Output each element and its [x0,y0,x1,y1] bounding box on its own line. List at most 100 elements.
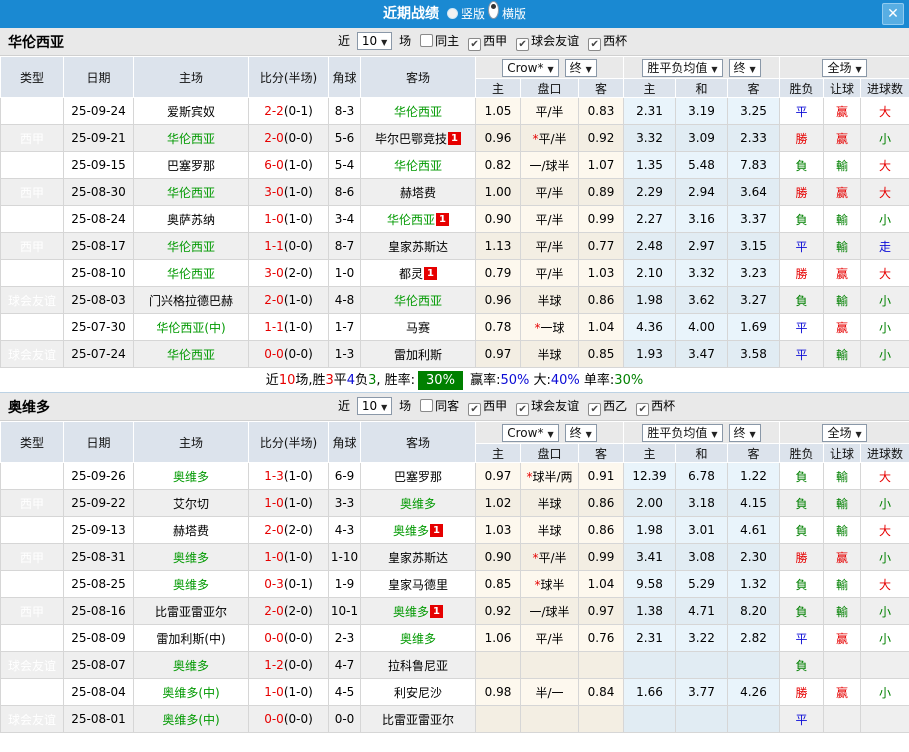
odds-company-select[interactable]: Crow* ▼ [502,423,559,442]
score-cell: 3-0(1-0) [248,178,329,206]
games-count-select[interactable]: 10 ▼ [356,32,393,50]
column-header: 主 [623,78,677,98]
result-cell: 勝 [779,543,825,571]
red-card-badge: 1 [430,604,443,618]
home-team-cell: 比雷亚雷亚尔 [133,597,249,625]
league-checkbox-球会友谊[interactable] [516,38,530,51]
avg-away-cell: 3.27 [727,286,781,314]
result-text: 赢 [836,266,849,281]
full-score: 1-1 [264,320,284,334]
final-odds-select[interactable]: 终 ▼ [564,423,597,442]
league-checkbox-西乙[interactable] [588,403,602,416]
corner-cell: 1-9 [328,570,361,598]
odds-away-cell: 0.85 [577,340,625,368]
handicap-cell [520,651,579,679]
red-card-badge: 1 [448,131,461,145]
score-cell: 6-0(1-0) [248,151,329,179]
column-header: 客场 [360,421,476,463]
radio-vertical-label[interactable]: 竖版 [461,7,485,21]
goals-result-cell [860,651,909,679]
result-text: 赢 [836,631,849,646]
close-button[interactable]: ✕ [882,3,904,25]
red-card-badge: 1 [424,266,437,280]
games-count-select[interactable]: 10 ▼ [356,397,393,415]
chevron-down-icon: ▼ [855,64,862,74]
avg-odds-select[interactable]: 胜平负均值 ▼ [642,423,723,442]
league-checkbox-球会友谊[interactable] [516,403,530,416]
select-value: 10 [361,34,378,48]
result-text: 輸 [836,496,849,511]
league-checkbox-西杯[interactable] [588,38,602,51]
away-team-name: 奥维多 [393,523,430,538]
half-score: (1-0) [283,496,313,510]
full-score: 0-0 [264,631,284,645]
final-avg-select[interactable]: 终 ▼ [728,58,761,77]
score-cell: 1-2(0-0) [248,651,329,679]
summary-segment: 10 [278,373,296,388]
final-odds-select[interactable]: 终 ▼ [564,58,597,77]
scope-select[interactable]: 全场 ▼ [822,423,867,442]
column-header: 让球 [823,443,862,463]
result-text: 負 [795,469,808,484]
goals-result-cell: 大 [860,570,909,598]
handicap-cell [520,705,579,733]
home-team-name: 爱斯宾奴 [166,104,215,119]
away-team-name: 雷加利斯 [393,347,442,362]
column-header: 和 [675,443,729,463]
score-cell: 1-0(1-0) [248,205,329,233]
same-checkbox-label: 同主 [435,34,460,48]
same-away-checkbox[interactable] [420,399,434,412]
away-team-cell: 华伦西亚 [360,286,476,314]
team-name: 奥维多 [8,399,50,416]
column-header: 主 [475,443,521,463]
result-text: 負 [795,658,808,673]
same-home-checkbox[interactable] [420,34,434,47]
corner-cell: 5-4 [328,151,361,179]
radio-horizontal-label[interactable]: 横版 [502,7,526,21]
table-row: 西甲 25-09-15 巴塞罗那 6-0(1-0) 5-4 华伦西亚 0.82 一/球半 1.0… [0,151,909,179]
avg-draw-cell: 2.94 [675,178,729,206]
scope-select[interactable]: 全场 ▼ [822,58,867,77]
score-cell: 1-0(1-0) [248,489,329,517]
home-team-cell: 华伦西亚 [133,124,249,152]
away-team-cell: 奥维多 1 [360,516,476,544]
handicap-result-cell: 赢 [823,543,862,571]
radio-horizontal-layout[interactable] [488,1,499,19]
handicap-result-cell: 赢 [823,259,862,287]
chevron-down-icon: ▼ [547,429,554,439]
column-header: 角球 [328,56,361,98]
handicap-cell: 平/半 [520,97,579,125]
radio-vertical-layout[interactable] [446,8,458,19]
score-cell: 2-0(2-0) [248,516,329,544]
dialog-titlebar: 近期战绩 竖版 横版 ✕ [0,0,909,28]
goals-result-cell [860,705,909,733]
avg-odds-header: 胜平负均值 ▼ 终 ▼ [623,56,781,79]
half-score: (0-0) [283,631,313,645]
sections-container: 华伦西亚近 10▼ 场同主西甲球会友谊西杯类型日期主场比分(半场)角球客场Cro… [0,28,909,733]
odds-home-cell: 1.05 [475,97,521,125]
avg-away-cell: 3.37 [727,205,781,233]
handicap-cell: 半/一 [520,678,579,706]
handicap-value: 球半 [540,577,565,592]
home-team-cell: 奥维多(中) [133,705,249,733]
final-avg-select[interactable]: 终 ▼ [728,423,761,442]
handicap-value: 半/一 [535,685,564,700]
home-team-cell: 奥维多 [133,651,249,679]
select-value: 终 [733,425,746,440]
odds-company-select[interactable]: Crow* ▼ [502,58,559,77]
half-score: (1-0) [283,212,313,226]
handicap-result-cell: 赢 [823,624,862,652]
league-checkbox-西甲[interactable] [468,403,482,416]
avg-away-cell: 3.23 [727,259,781,287]
result-text: 輸 [836,212,849,227]
home-team-name: 华伦西亚 [166,239,215,254]
corner-cell: 4-8 [328,286,361,314]
odds-home-cell: 1.13 [475,232,521,260]
league-checkbox-西甲[interactable] [468,38,482,51]
avg-odds-select[interactable]: 胜平负均值 ▼ [642,58,723,77]
result-text: 大 [879,158,892,173]
handicap-cell: *平/半 [520,124,579,152]
column-header: 类型 [0,56,64,98]
league-checkbox-西杯[interactable] [636,403,650,416]
date-cell: 25-09-24 [63,97,134,125]
